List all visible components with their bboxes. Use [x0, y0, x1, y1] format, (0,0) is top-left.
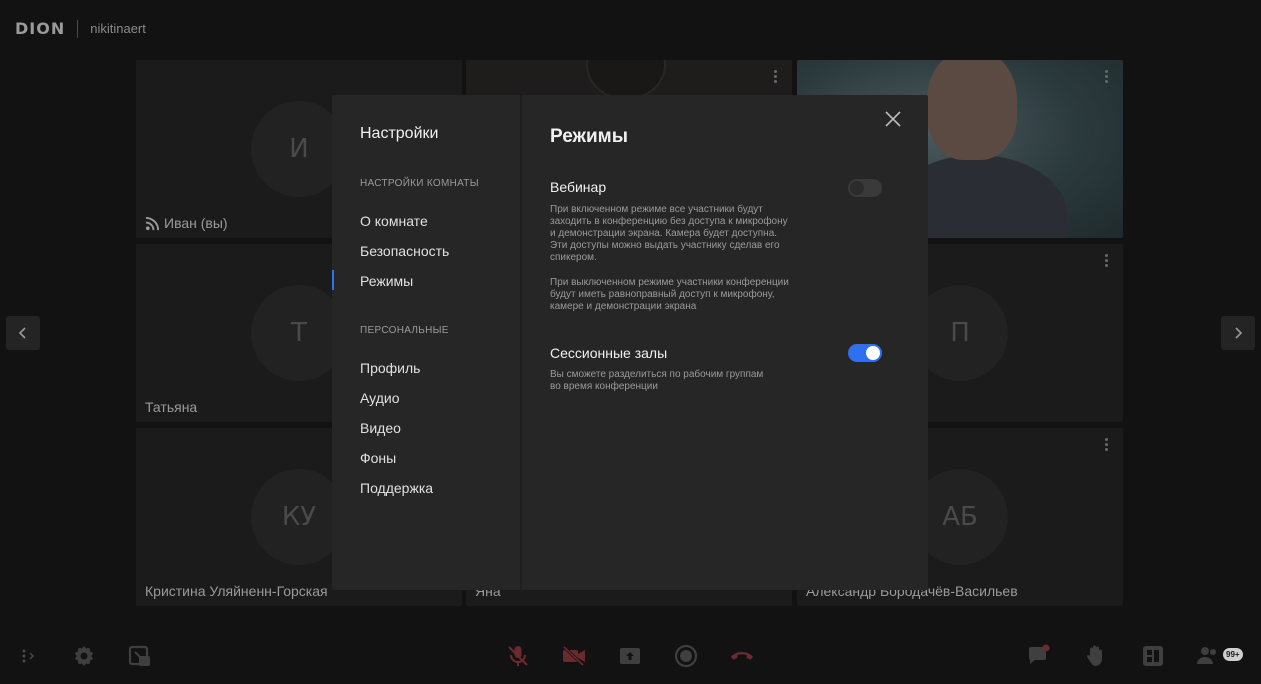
broadcast-icon — [145, 216, 160, 230]
sidebar-item-audio[interactable]: Аудио — [360, 390, 400, 406]
camera-off-icon — [562, 645, 585, 667]
picture-in-picture-button[interactable] — [127, 643, 153, 669]
more-options-icon[interactable] — [1105, 70, 1109, 83]
participant-name: Татьяна — [145, 399, 198, 415]
share-screen-button[interactable] — [617, 643, 643, 669]
sidebar-item-about-room[interactable]: О комнате — [360, 213, 428, 229]
prev-page-button[interactable] — [6, 316, 40, 350]
more-options-icon[interactable] — [1105, 254, 1109, 267]
settings-sidebar: Настройки НАСТРОЙКИ КОМНАТЫ О комнате Бе… — [332, 95, 522, 590]
webinar-toggle[interactable] — [848, 179, 882, 197]
settings-title: Настройки — [360, 125, 439, 142]
sidebar-item-profile[interactable]: Профиль — [360, 360, 420, 376]
sidebar-item-security[interactable]: Безопасность — [360, 243, 449, 259]
brand: DION nikitinaert — [15, 19, 146, 38]
record-button[interactable] — [673, 643, 699, 669]
room-settings-section-label: НАСТРОЙКИ КОМНАТЫ — [360, 178, 479, 189]
hang-up-icon — [730, 652, 754, 660]
next-page-button[interactable] — [1221, 316, 1255, 350]
end-call-button[interactable] — [729, 643, 755, 669]
pip-icon — [128, 645, 150, 666]
hand-icon — [1086, 645, 1102, 666]
breakout-rooms-description: Вы сможете разделиться по рабочим группа… — [550, 369, 764, 392]
personal-section-label: ПЕРСОНАЛЬНЫЕ — [360, 325, 449, 336]
breakout-rooms-toggle[interactable] — [848, 344, 882, 362]
layout-grid-icon — [1143, 646, 1163, 666]
sidebar-item-support[interactable]: Поддержка — [360, 480, 433, 496]
sidebar-item-modes[interactable]: Режимы — [360, 273, 413, 289]
more-options-icon[interactable] — [1105, 438, 1109, 451]
participant-name: Иван (вы) — [164, 215, 228, 231]
modes-panel: Режимы Вебинар При включенном режиме все… — [522, 95, 928, 590]
gear-icon — [75, 646, 93, 666]
microphone-off-icon — [508, 646, 528, 666]
dots-arrow-icon — [22, 649, 35, 663]
settings-modal: Настройки НАСТРОЙКИ КОМНАТЫ О комнате Бе… — [332, 95, 928, 590]
participant-video — [586, 60, 666, 100]
participants-icon — [1197, 647, 1216, 664]
screen-share-icon — [620, 648, 640, 664]
dion-logo: DION — [15, 19, 66, 38]
sidebar-item-video[interactable]: Видео — [360, 420, 401, 436]
page-title: Режимы — [550, 126, 628, 147]
raise-hand-button[interactable] — [1083, 643, 1109, 669]
collapse-panel-button[interactable] — [16, 643, 42, 669]
sidebar-item-backgrounds[interactable]: Фоны — [360, 450, 396, 466]
participants-count-badge: 99+ — [1223, 648, 1243, 661]
participant-name: Кристина Уляйненн-Горская — [145, 583, 328, 599]
room-user-name: nikitinaert — [90, 21, 146, 36]
brand-divider — [77, 19, 79, 38]
microphone-button[interactable] — [505, 643, 531, 669]
settings-button[interactable] — [71, 643, 97, 669]
participants-button[interactable] — [1196, 643, 1222, 669]
webinar-description-off: При выключенном режиме участники конфере… — [550, 277, 789, 312]
participant-name-row: Иван (вы) — [145, 215, 228, 231]
record-icon — [674, 644, 698, 668]
more-options-icon[interactable] — [774, 70, 778, 83]
participant-video-face — [927, 60, 1017, 160]
chat-icon — [1029, 644, 1050, 664]
chevron-right-icon — [1235, 327, 1243, 339]
webinar-description-on: При включенном режиме все участники буду… — [550, 204, 788, 263]
breakout-rooms-label: Сессионные залы — [550, 345, 668, 361]
webinar-label: Вебинар — [550, 179, 607, 195]
close-icon — [885, 111, 901, 127]
layout-button[interactable] — [1140, 643, 1166, 669]
active-indicator — [332, 270, 334, 290]
chat-button[interactable] — [1027, 643, 1053, 669]
close-button[interactable] — [884, 110, 902, 128]
camera-button[interactable] — [561, 643, 587, 669]
chevron-left-icon — [18, 327, 26, 339]
